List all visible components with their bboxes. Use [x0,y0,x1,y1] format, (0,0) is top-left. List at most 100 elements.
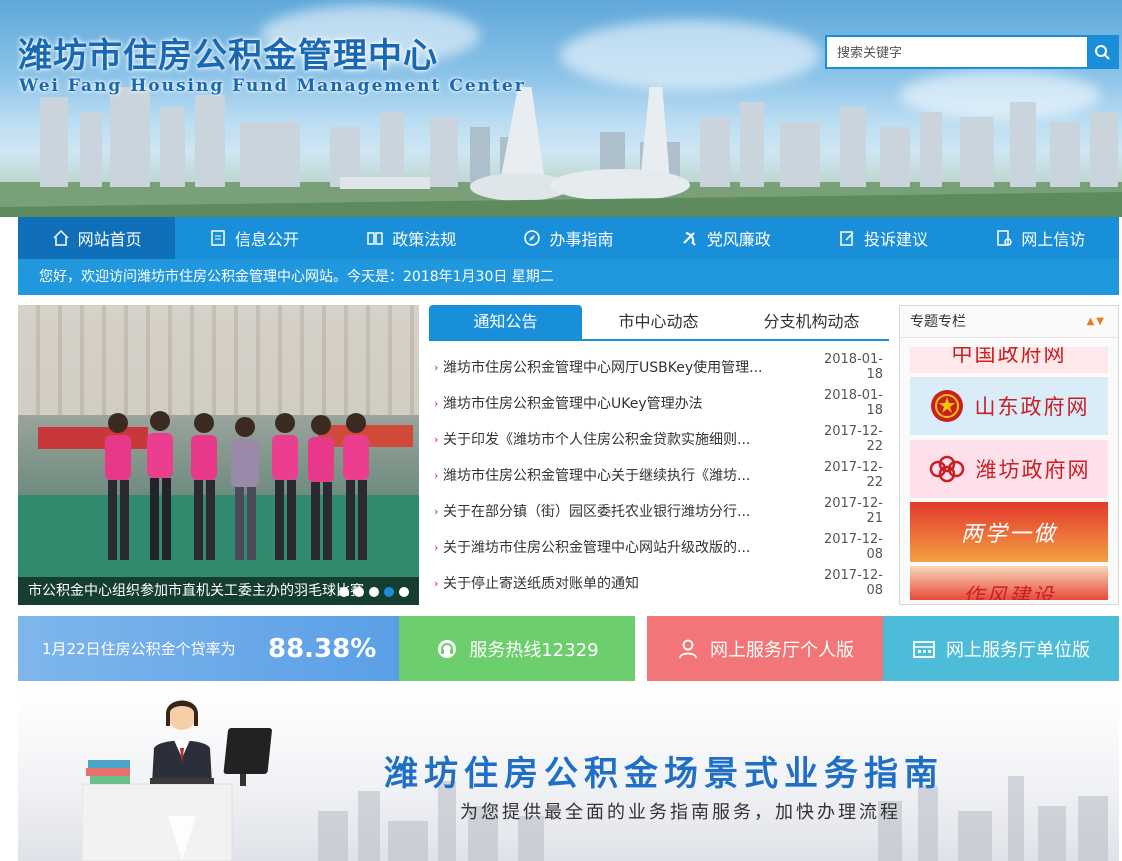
national-emblem-icon [930,390,963,422]
personal-service-button[interactable]: 网上服务厅个人版 [647,616,883,681]
link-card-label: 作风建设 [963,584,1055,600]
list-item[interactable]: › 潍坊市住房公积金管理中心关于继续执行《潍坊... 2017-12-22 [429,457,889,493]
hotline-button[interactable]: 服务热线12329 [399,616,635,681]
nav-item-label: 党风廉政 [706,230,771,249]
guide-subtitle: 为您提供最全面的业务指南服务，加快办理流程 [460,802,901,823]
slider-dot[interactable] [354,587,364,597]
slider-dot[interactable] [399,587,409,597]
link-card-label: 中国政府网 [951,347,1067,366]
news-title[interactable]: 关于印发《潍坊市个人住房公积金贷款实施细则... [443,429,809,449]
news-title[interactable]: 关于在部分镇（街）园区委托农业银行潍坊分行... [443,501,809,521]
compass-icon [524,230,541,246]
list-item[interactable]: › 潍坊市住房公积金管理中心UKey管理办法 2018-01-18 [429,385,889,421]
customer-service-illustration [82,700,272,861]
tab-center-news[interactable]: 市中心动态 [582,305,735,339]
special-column-title: 专题专栏 [910,314,966,330]
news-list: › 潍坊市住房公积金管理中心网厅USBKey使用管理... 2018-01-18 ›… [429,341,889,601]
news-date: 2017-12-08 [823,568,883,598]
slider-dots [339,587,409,597]
list-item[interactable]: › 关于在部分镇（街）园区委托农业银行潍坊分行... 2017-12-21 [429,493,889,529]
list-item[interactable]: › 关于停止寄送纸质对账单的通知 2017-12-08 [429,565,889,601]
bullet-arrow-icon: › [434,432,439,446]
nav-item-policy[interactable]: 政策法规 [333,217,490,259]
news-title[interactable]: 潍坊市住房公积金管理中心关于继续执行《潍坊... [443,465,809,485]
link-card-style-building[interactable]: 作风建设 [910,566,1108,600]
nav-item-petition[interactable]: 网上信访 [962,217,1119,259]
guide-title: 潍坊住房公积金场景式业务指南 [384,754,944,794]
news-panel: 通知公告 市中心动态 分支机构动态 › 潍坊市住房公积金管理中心网厅USBKey使… [429,305,889,605]
slider-photo-people [105,411,369,560]
loan-rate-label: 1月22日住房公积金个贷率为 [42,640,236,658]
nav-item-party[interactable]: 党风廉政 [647,217,804,259]
news-date: 2017-12-22 [823,460,883,490]
weifang-logo-icon [929,455,964,483]
news-title[interactable]: 潍坊市住房公积金管理中心网厅USBKey使用管理... [443,357,809,377]
slider-dot-active[interactable] [384,587,394,597]
letter-icon [997,230,1013,246]
edit-icon [840,231,854,246]
search-button[interactable] [1087,37,1117,67]
loan-rate-banner: 1月22日住房公积金个贷率为 88.38% [18,616,399,681]
news-date: 2017-12-21 [823,496,883,526]
tab-branch-news[interactable]: 分支机构动态 [735,305,888,339]
special-column: 专题专栏 ▲▼ 中国政府网 山东政府网 潍坊政府网 两学一做 作风建设 [899,305,1119,605]
main-nav: 网站首页 信息公开 政策法规 办事指南 党风廉政 投诉建议 网上信访 [18,217,1119,259]
welcome-bar: 您好，欢迎访问潍坊市住房公积金管理中心网站。今天是：2018年1月30日 星期二 [18,259,1119,295]
personal-service-label: 网上服务厅个人版 [710,639,854,661]
nav-item-label: 政策法规 [392,230,457,249]
link-card-label: 两学一做 [960,522,1057,547]
news-date: 2017-12-22 [823,424,883,454]
nav-item-info[interactable]: 信息公开 [175,217,332,259]
tab-notices[interactable]: 通知公告 [429,305,582,339]
special-column-header: 专题专栏 ▲▼ [900,306,1118,338]
search-box [825,35,1119,69]
list-item[interactable]: › 关于潍坊市住房公积金管理中心网站升级改版的... 2017-12-08 [429,529,889,565]
photo-slider[interactable]: 市公积金中心组织参加市直机关工委主办的羽毛球比赛 [18,305,419,605]
bullet-arrow-icon: › [434,540,439,554]
link-card-label: 潍坊政府网 [975,458,1091,482]
book-icon [367,232,383,245]
bullet-arrow-icon: › [434,576,439,590]
scroll-arrows-icon[interactable]: ▲▼ [1087,306,1106,338]
news-date: 2018-01-18 [823,388,883,418]
site-title-cn: 潍坊市住房公积金管理中心 [18,36,438,76]
party-emblem-icon [683,232,696,246]
company-service-button[interactable]: 网上服务厅单位版 [883,616,1119,681]
list-item[interactable]: › 潍坊市住房公积金管理中心网厅USBKey使用管理... 2018-01-18 [429,349,889,385]
user-icon [679,639,697,658]
nav-item-label: 网站首页 [77,230,142,249]
news-date: 2017-12-08 [823,532,883,562]
news-title[interactable]: 关于潍坊市住房公积金管理中心网站升级改版的... [443,537,809,557]
link-card-china-gov[interactable]: 中国政府网 [910,347,1108,373]
link-card-two-studies[interactable]: 两学一做 [910,502,1108,562]
hotline-label: 服务热线12329 [469,639,599,661]
home-icon [53,229,69,246]
news-title[interactable]: 关于停止寄送纸质对账单的通知 [443,573,809,593]
nav-item-label: 投诉建议 [864,230,929,249]
search-input[interactable] [827,37,1087,67]
page: 潍坊市住房公积金管理中心 Wei Fang Housing Fund Manag… [0,0,1122,861]
news-date: 2018-01-18 [823,352,883,382]
bullet-arrow-icon: › [434,504,439,518]
business-guide-banner[interactable]: 潍坊住房公积金场景式业务指南 为您提供最全面的业务指南服务，加快办理流程 [18,692,1119,861]
nav-item-label: 信息公开 [234,230,299,249]
nav-item-home[interactable]: 网站首页 [18,217,176,259]
nav-item-complaint[interactable]: 投诉建议 [804,217,961,259]
company-service-label: 网上服务厅单位版 [946,639,1090,661]
news-title[interactable]: 潍坊市住房公积金管理中心UKey管理办法 [443,393,809,413]
nav-item-guide[interactable]: 办事指南 [490,217,647,259]
search-icon [1095,45,1110,60]
document-icon [211,230,225,246]
loan-rate-value: 88.38% [268,633,377,664]
slider-photo-bg [18,305,419,415]
list-item[interactable]: › 关于印发《潍坊市个人住房公积金贷款实施细则... 2017-12-22 [429,421,889,457]
bullet-arrow-icon: › [434,396,439,410]
link-card-shandong-gov[interactable]: 山东政府网 [910,377,1108,435]
nav-item-label: 网上信访 [1021,230,1086,249]
slider-dot[interactable] [369,587,379,597]
link-card-label: 山东政府网 [974,395,1090,419]
slider-dot[interactable] [339,587,349,597]
link-card-weifang-gov[interactable]: 潍坊政府网 [910,440,1108,498]
site-title-en: Wei Fang Housing Fund Management Center [19,76,526,96]
header-banner: 潍坊市住房公积金管理中心 Wei Fang Housing Fund Manag… [0,0,1122,217]
